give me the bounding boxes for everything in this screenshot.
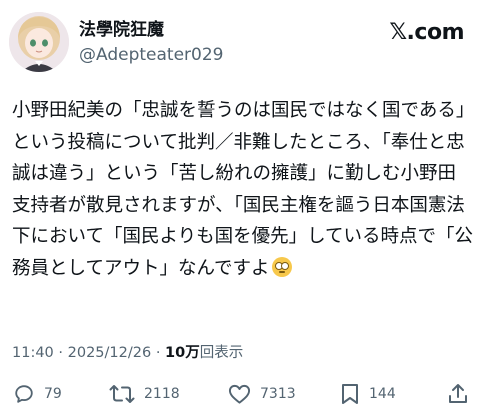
- share-button[interactable]: [447, 382, 469, 406]
- bookmark-icon: [342, 384, 358, 404]
- heart-icon: [228, 384, 251, 404]
- rolling-eyes-emoji-icon: [271, 256, 292, 277]
- reply-button[interactable]: 79: [13, 382, 62, 406]
- avatar-illustration: [9, 12, 69, 72]
- post-header: 法學院狂魔 @Adepteater029 𝕏.com: [0, 0, 480, 80]
- like-count: 7313: [260, 386, 296, 402]
- bookmark-button[interactable]: 144: [340, 382, 396, 406]
- views-label: 回表示: [199, 345, 244, 361]
- post-meta: 11:40 · 2025/12/26 · 10万回表示: [12, 344, 243, 362]
- action-bar: 79 2118 7313 144: [0, 376, 480, 412]
- repost-count: 2118: [144, 386, 180, 402]
- post-text: 小野田紀美の「忠誠を誓うのは国民ではなく国である」という投稿について批判／非難し…: [12, 95, 474, 285]
- post-time[interactable]: 11:40: [12, 345, 54, 361]
- x-com-logo: 𝕏.com: [389, 20, 464, 45]
- like-button[interactable]: 7313: [228, 382, 296, 406]
- repost-icon: [109, 385, 135, 403]
- user-handle[interactable]: @Adepteater029: [79, 45, 223, 65]
- post-date[interactable]: 2025/12/26: [68, 345, 152, 361]
- bookmark-count: 144: [369, 386, 396, 402]
- views-count: 10万: [165, 345, 200, 361]
- meta-separator: ·: [58, 345, 64, 361]
- share-icon: [449, 384, 467, 403]
- reply-icon: [15, 385, 33, 403]
- reply-count: 79: [44, 386, 62, 402]
- display-name[interactable]: 法學院狂魔: [79, 20, 164, 40]
- meta-separator: ·: [155, 345, 161, 361]
- post-body: 小野田紀美の「忠誠を誓うのは国民ではなく国である」という投稿について批判／非難し…: [12, 100, 474, 279]
- repost-button[interactable]: 2118: [109, 382, 180, 406]
- avatar[interactable]: [9, 12, 69, 72]
